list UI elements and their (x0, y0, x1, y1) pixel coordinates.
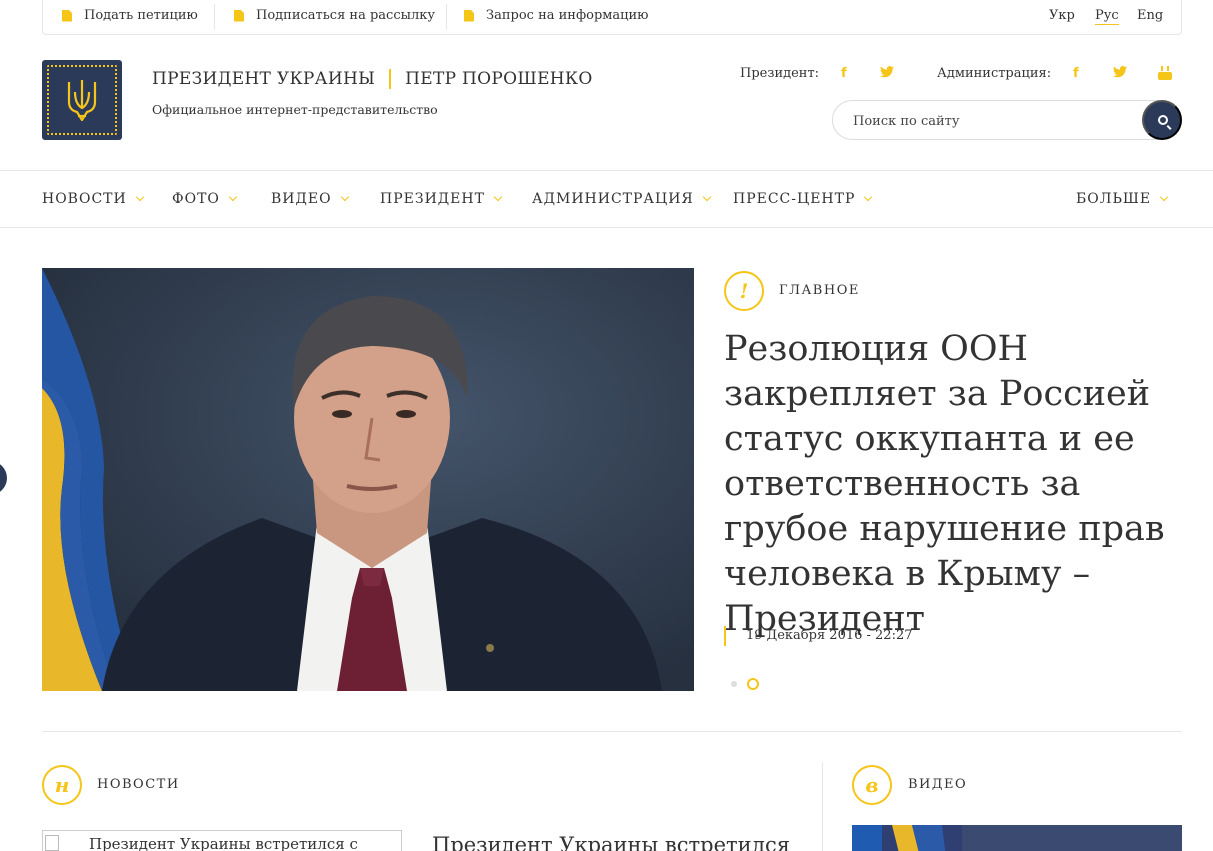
video-section-label[interactable]: ВИДЕО (908, 777, 967, 792)
subscribe-link[interactable]: Подписаться на рассылку (234, 8, 435, 23)
nav-press-center-label: ПРЕСС-ЦЕНТР (733, 191, 856, 207)
petition-link[interactable]: Подать петицию (62, 8, 198, 23)
site-subtitle: Официальное интернет-представительство (152, 102, 438, 117)
slider-dot-1[interactable] (731, 681, 737, 687)
site-title[interactable]: ПРЕЗИДЕНТ УКРАИНЫ ПЕТР ПОРОШЕНКО (152, 69, 593, 89)
main-nav: НОВОСТИ ФОТО ВИДЕО ПРЕЗИДЕНТ АДМИНИСТРАЦ… (0, 170, 1213, 228)
trident-icon (67, 80, 97, 122)
chevron-down-icon (864, 192, 873, 202)
date-marker (724, 626, 726, 646)
column-divider (822, 762, 823, 851)
nav-news-label: НОВОСТИ (42, 191, 127, 207)
document-icon (62, 9, 72, 22)
hero-headline[interactable]: Резолюция ООН закрепляет за Россией стат… (724, 327, 1184, 642)
info-request-link-label: Запрос на информацию (486, 8, 649, 23)
slider-prev-tab[interactable] (0, 461, 7, 495)
hero-photo-art (42, 268, 694, 691)
site-title-name: ПЕТР ПОРОШЕНКО (405, 69, 593, 89)
site-title-president: ПРЕЗИДЕНТ УКРАИНЫ (152, 69, 376, 89)
administration-twitter-icon[interactable] (1113, 66, 1127, 82)
nav-administration-label: АДМИНИСТРАЦИЯ (532, 191, 694, 207)
section-divider (42, 731, 1182, 732)
chevron-down-icon (340, 192, 349, 202)
nav-video[interactable]: ВИДЕО (271, 191, 349, 207)
nav-more-label: БОЛЬШЕ (1076, 191, 1152, 207)
nav-president-label: ПРЕЗИДЕНТ (380, 191, 485, 207)
news-section-label[interactable]: НОВОСТИ (97, 777, 180, 792)
nav-photo-label: ФОТО (172, 191, 220, 207)
administration-youtube-icon[interactable] (1158, 66, 1172, 84)
news-title[interactable]: Президент Украины встретился (432, 833, 790, 851)
search-icon (1158, 115, 1168, 125)
news-image[interactable]: Президент Украины встретился с (42, 830, 402, 851)
video-badge-icon: в (852, 765, 892, 805)
subscribe-link-label: Подписаться на рассылку (256, 8, 435, 23)
nav-press-center[interactable]: ПРЕСС-ЦЕНТР (733, 191, 873, 207)
news-image-alt: Президент Украины встретился с (89, 835, 358, 851)
nav-administration[interactable]: АДМИНИСТРАЦИЯ (532, 191, 711, 207)
main-section-label: ГЛАВНОЕ (779, 283, 860, 298)
video-thumbnail[interactable] (852, 825, 1182, 851)
site-search (832, 100, 1182, 140)
main-section-badge-icon: ! (724, 271, 764, 311)
nav-news[interactable]: НОВОСТИ (42, 191, 144, 207)
title-separator (389, 69, 392, 89)
slider-dot-2-active[interactable] (747, 678, 759, 690)
hero-date: 19 Декабря 2016 - 22:27 (746, 628, 913, 643)
search-input[interactable] (853, 110, 1133, 132)
nav-photo[interactable]: ФОТО (172, 191, 238, 207)
news-badge-icon: н (42, 765, 82, 805)
divider (214, 4, 215, 30)
administration-social-label: Администрация: (937, 66, 1052, 81)
lang-eng[interactable]: Eng (1137, 8, 1163, 23)
chevron-down-icon (702, 192, 711, 202)
chevron-down-icon (1159, 192, 1169, 202)
nav-video-label: ВИДЕО (271, 191, 332, 207)
document-icon (464, 9, 474, 22)
lang-ukr[interactable]: Укр (1049, 8, 1075, 23)
hero-photo[interactable] (42, 268, 694, 691)
petition-link-label: Подать петицию (84, 8, 198, 23)
administration-facebook-icon[interactable]: f (1073, 66, 1079, 81)
top-utility-bar: Подать петицию Подписаться на рассылку З… (42, 0, 1182, 35)
document-icon (234, 9, 244, 22)
site-logo[interactable] (42, 60, 122, 140)
nav-president[interactable]: ПРЕЗИДЕНТ (380, 191, 503, 207)
chevron-down-icon (493, 192, 503, 202)
president-social-label: Президент: (740, 66, 820, 81)
lang-rus[interactable]: Рус (1095, 8, 1119, 25)
info-request-link[interactable]: Запрос на информацию (464, 8, 648, 23)
nav-more[interactable]: БОЛЬШЕ (1076, 191, 1169, 207)
search-button[interactable] (1142, 100, 1182, 140)
chevron-down-icon (228, 192, 238, 202)
divider (446, 4, 447, 30)
video-thumbnail-art (852, 825, 1182, 851)
president-twitter-icon[interactable] (880, 66, 894, 82)
chevron-down-icon (135, 192, 144, 202)
broken-image-icon (45, 835, 59, 851)
president-facebook-icon[interactable]: f (841, 66, 847, 81)
